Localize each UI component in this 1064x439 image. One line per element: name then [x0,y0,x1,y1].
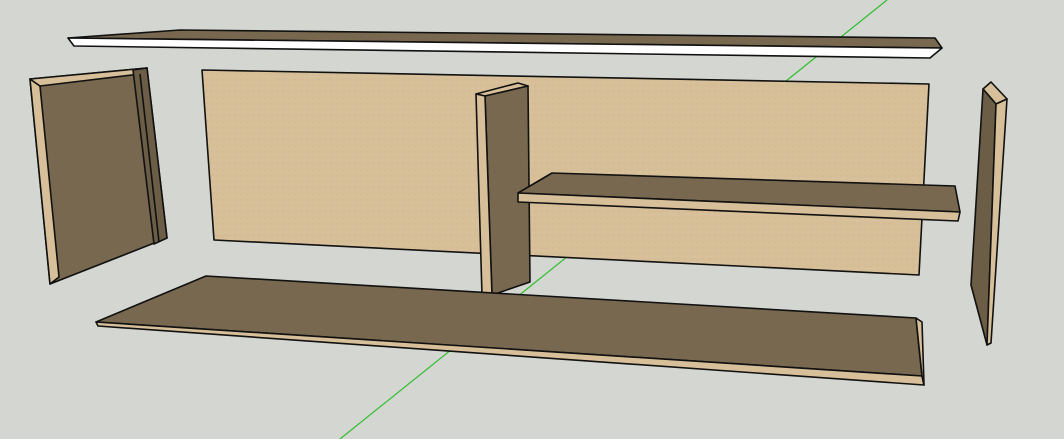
modeling-viewport[interactable] [0,0,1064,439]
3d-model-canvas[interactable] [0,0,1064,439]
back-panel[interactable] [201,69,930,276]
right-side-panel[interactable] [970,81,1008,346]
top-board[interactable] [67,29,943,59]
bottom-board[interactable] [95,275,925,386]
left-side-panel[interactable] [29,67,168,285]
divider-panel[interactable] [475,82,531,296]
